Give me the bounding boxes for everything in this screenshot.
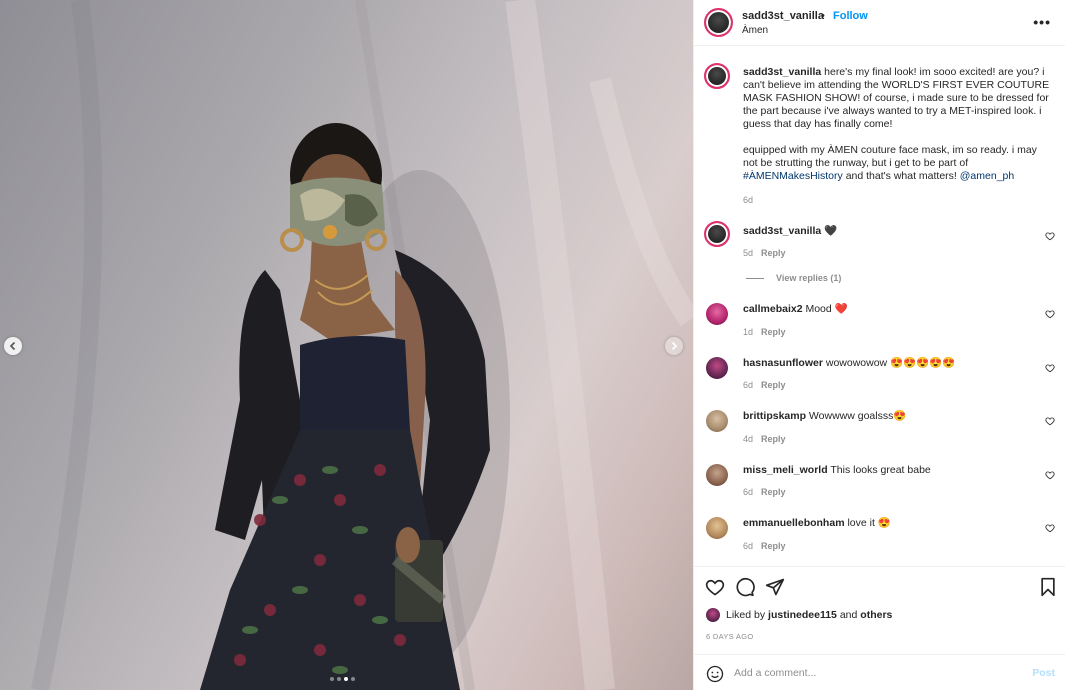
avatar[interactable] [706, 410, 728, 432]
photo-scene [31, 0, 693, 690]
view-replies-label: View replies (1) [776, 273, 842, 283]
comment-meta: 1d Reply [743, 327, 786, 337]
action-bar [694, 566, 1065, 606]
reply-button[interactable]: Reply [761, 434, 786, 444]
likes-middle: and [839, 609, 858, 621]
comment-time: 6d [743, 487, 754, 497]
like-comment-heart-icon[interactable] [1045, 523, 1055, 533]
more-horizontal-icon[interactable]: ••• [1033, 14, 1051, 30]
comment-username[interactable]: callmebaix2 [743, 303, 803, 315]
emoji-smiley-icon[interactable] [706, 665, 724, 683]
comment-time: 6d [743, 541, 754, 551]
comment-username[interactable]: hasnasunflower [743, 357, 823, 369]
follow-button[interactable]: Follow [833, 10, 868, 22]
comment-time: 5d [743, 248, 754, 258]
divider-line [746, 277, 764, 279]
comment-text: callmebaix2 Mood ❤️ [743, 303, 1053, 316]
previous-image-button[interactable] [4, 337, 22, 355]
comment-meta: 4d Reply [743, 434, 786, 444]
comment-input[interactable] [734, 664, 1014, 682]
comment-username[interactable]: miss_meli_world [743, 464, 828, 476]
comment-time: 6d [743, 380, 754, 390]
comment-text: sadd3st_vanilla 🖤 [743, 225, 1053, 238]
like-comment-heart-icon[interactable] [1045, 363, 1055, 373]
save-bookmark-icon[interactable] [1038, 577, 1058, 597]
comment-meta: 5d Reply [743, 248, 786, 258]
avatar[interactable] [704, 8, 733, 37]
like-comment-heart-icon[interactable] [1045, 416, 1055, 426]
comment-body: love it 😍 [844, 517, 891, 529]
add-comment-bar: Post [694, 654, 1065, 690]
caption-username[interactable]: sadd3st_vanilla [743, 66, 821, 78]
reply-button[interactable]: Reply [761, 541, 786, 551]
chevron-left-icon [9, 341, 16, 351]
post-header: sadd3st_vanilla • Follow Àmen ••• [694, 0, 1065, 46]
likes-prefix: Liked by [726, 609, 766, 621]
carousel-dot [330, 677, 334, 681]
comment-bubble-icon[interactable] [735, 577, 755, 597]
comment-username[interactable]: emmanuellebonham [743, 517, 845, 529]
comment-body: Mood ❤️ [802, 303, 848, 315]
carousel-dot [351, 677, 355, 681]
view-replies-button[interactable]: View replies (1) [746, 273, 841, 283]
like-comment-heart-icon[interactable] [1045, 309, 1055, 319]
comment-username[interactable]: sadd3st_vanilla [743, 225, 821, 237]
comment-body: Wowwww goalsss😍 [806, 410, 907, 422]
comment-body: wowowowow 😍😍😍😍😍 [822, 357, 956, 369]
caption-time: 6d [743, 195, 754, 205]
post-photo[interactable] [0, 0, 693, 690]
reply-button[interactable]: Reply [761, 380, 786, 390]
comment-text: hasnasunflower wowowowow 😍😍😍😍😍 [743, 357, 1053, 370]
like-heart-icon[interactable] [705, 577, 725, 597]
comment-text: emmanuellebonham love it 😍 [743, 517, 1053, 530]
avatar[interactable] [704, 221, 730, 247]
mention-link[interactable]: @amen_ph [960, 170, 1014, 182]
post-author-username[interactable]: sadd3st_vanilla [742, 10, 824, 22]
comment-meta: 6d Reply [743, 487, 786, 497]
chevron-right-icon [671, 341, 678, 351]
carousel-dot [337, 677, 341, 681]
avatar[interactable] [706, 303, 728, 325]
comment-body: 🖤 [821, 225, 838, 237]
avatar[interactable] [704, 63, 730, 89]
reply-button[interactable]: Reply [761, 487, 786, 497]
avatar[interactable] [706, 357, 728, 379]
comment-text: brittipskamp Wowwww goalsss😍 [743, 410, 1053, 423]
separator-dot: • [821, 10, 825, 22]
comment-meta: 6d Reply [743, 541, 786, 551]
reply-button[interactable]: Reply [761, 327, 786, 337]
next-image-button[interactable] [665, 337, 683, 355]
avatar[interactable] [706, 464, 728, 486]
comment-body: This looks great babe [827, 464, 931, 476]
post-timestamp: 6 DAYS AGO [706, 632, 754, 641]
comment-username[interactable]: brittipskamp [743, 410, 806, 422]
post-location[interactable]: Àmen [742, 25, 768, 36]
avatar[interactable] [706, 608, 720, 622]
liked-by-user[interactable]: justinedee115 [768, 609, 837, 621]
reply-button[interactable]: Reply [761, 248, 786, 258]
post-side-panel: sadd3st_vanilla • Follow Àmen ••• sadd3s… [693, 0, 1065, 690]
like-comment-heart-icon[interactable] [1045, 470, 1055, 480]
hashtag-link[interactable]: #ÀMENMakesHistory [743, 170, 843, 182]
comment-time: 4d [743, 434, 754, 444]
caption-paragraph-2: equipped with my ÀMEN couture face mask,… [743, 144, 1037, 169]
carousel-indicator [330, 677, 355, 681]
liked-by-others[interactable]: others [860, 609, 892, 621]
comment-text: miss_meli_world This looks great babe [743, 464, 1053, 477]
caption-text: sadd3st_vanilla here's my final look! im… [743, 66, 1053, 183]
like-comment-heart-icon[interactable] [1045, 231, 1055, 241]
avatar[interactable] [706, 517, 728, 539]
carousel-dot-active [344, 677, 348, 681]
likes-summary: Liked by justinedee115 and others [706, 608, 892, 622]
share-paper-plane-icon[interactable] [765, 577, 785, 597]
comment-meta: 6d Reply [743, 380, 786, 390]
post-comment-button[interactable]: Post [1032, 667, 1055, 679]
comment-time: 1d [743, 327, 754, 337]
caption-paragraph-3: and that's what matters! [842, 170, 960, 182]
